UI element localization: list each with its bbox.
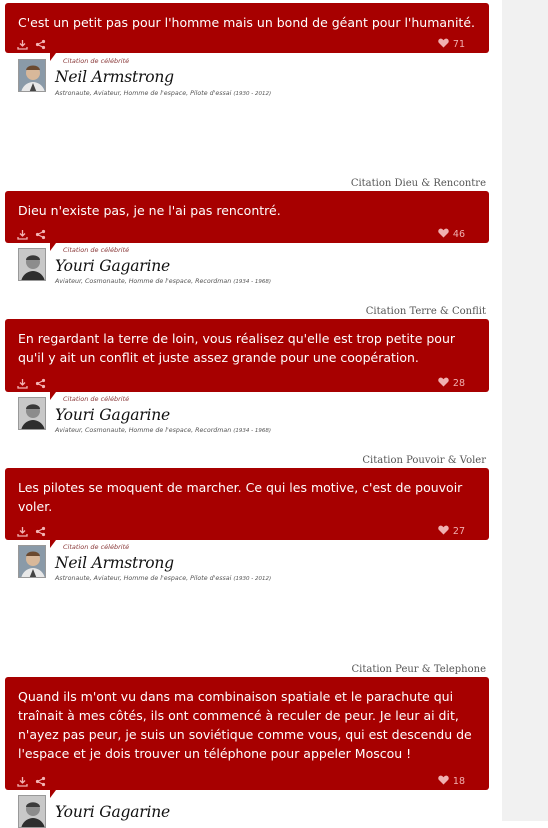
quote-actions	[17, 775, 46, 787]
download-icon[interactable]	[17, 39, 28, 50]
quote-pointer	[50, 540, 56, 548]
heart-icon	[438, 377, 449, 390]
quote-pointer	[50, 392, 56, 400]
quote-actions	[17, 228, 46, 240]
quote-pointer	[50, 790, 56, 798]
like-count: 46	[452, 228, 465, 240]
like-counter[interactable]: 28	[438, 377, 465, 389]
quote-card: Citation Peur & Telephone Quand ils m'on…	[0, 664, 500, 828]
like-counter[interactable]: 71	[438, 38, 465, 50]
quote-card: C'est un petit pas pour l'homme mais un …	[0, 0, 500, 110]
quote-actions	[17, 377, 46, 389]
quote-actions	[17, 525, 46, 537]
avatar[interactable]	[18, 397, 46, 430]
author-description: Aviateur, Cosmonaute, Homme de l'espace,…	[55, 427, 272, 434]
category-link[interactable]: Citation Terre & Conflit	[366, 306, 486, 317]
right-scroll-gutter	[502, 0, 548, 821]
download-icon[interactable]	[17, 229, 28, 240]
quote-card: Citation Terre & Conflit En regardant la…	[0, 306, 500, 436]
share-icon[interactable]	[35, 526, 46, 537]
like-count: 71	[452, 38, 465, 50]
quote-box[interactable]: Dieu n'existe pas, je ne l'ai pas rencon…	[5, 191, 489, 243]
like-counter[interactable]: 27	[438, 525, 465, 537]
quote-text: Les pilotes se moquent de marcher. Ce qu…	[18, 480, 463, 514]
avatar[interactable]	[18, 795, 46, 828]
author-years: (1930 - 2012)	[233, 91, 272, 97]
avatar[interactable]	[18, 248, 46, 281]
author-description: Astronaute, Aviateur, Homme de l'espace,…	[55, 575, 272, 582]
avatar[interactable]	[18, 59, 46, 92]
share-icon[interactable]	[35, 378, 46, 389]
heart-icon	[438, 775, 449, 788]
quote-text: Quand ils m'ont vu dans ma combinaison s…	[18, 689, 472, 761]
quote-text: C'est un petit pas pour l'homme mais un …	[18, 15, 476, 30]
share-icon[interactable]	[35, 776, 46, 787]
quote-box[interactable]: Les pilotes se moquent de marcher. Ce qu…	[5, 468, 489, 540]
celebrity-quote-label: Citation de célébrité	[63, 543, 130, 551]
quote-box[interactable]: En regardant la terre de loin, vous réal…	[5, 319, 489, 392]
quote-pointer	[50, 243, 56, 251]
quote-actions	[17, 38, 46, 50]
download-icon[interactable]	[17, 776, 28, 787]
heart-icon	[438, 38, 449, 51]
quote-text: Dieu n'existe pas, je ne l'ai pas rencon…	[18, 203, 281, 218]
quote-box[interactable]: C'est un petit pas pour l'homme mais un …	[5, 3, 489, 53]
celebrity-quote-label: Citation de célébrité	[63, 246, 130, 254]
category-link[interactable]: Citation Peur & Telephone	[351, 664, 486, 675]
author-name[interactable]: Youri Gagarine	[55, 406, 170, 424]
avatar[interactable]	[18, 545, 46, 578]
quote-text: En regardant la terre de loin, vous réal…	[18, 331, 456, 365]
author-years: (1934 - 1968)	[233, 428, 272, 434]
heart-icon	[438, 525, 449, 538]
download-icon[interactable]	[17, 378, 28, 389]
author-name[interactable]: Neil Armstrong	[55, 554, 174, 572]
quote-box[interactable]: Quand ils m'ont vu dans ma combinaison s…	[5, 677, 489, 790]
quote-card: Citation Pouvoir & Voler Les pilotes se …	[0, 455, 500, 585]
celebrity-quote-label: Citation de célébrité	[63, 57, 130, 65]
author-name[interactable]: Youri Gagarine	[55, 803, 170, 821]
download-icon[interactable]	[17, 526, 28, 537]
author-years: (1934 - 1968)	[233, 279, 272, 285]
category-link[interactable]: Citation Dieu & Rencontre	[351, 178, 486, 189]
like-count: 27	[452, 525, 465, 537]
heart-icon	[438, 228, 449, 241]
like-counter[interactable]: 18	[438, 775, 465, 787]
author-years: (1930 - 2012)	[233, 576, 272, 582]
quote-pointer	[50, 53, 56, 61]
share-icon[interactable]	[35, 39, 46, 50]
like-count: 28	[452, 377, 465, 389]
share-icon[interactable]	[35, 229, 46, 240]
like-counter[interactable]: 46	[438, 228, 465, 240]
category-link[interactable]: Citation Pouvoir & Voler	[362, 455, 486, 466]
author-name[interactable]: Neil Armstrong	[55, 68, 174, 86]
quote-card: Citation Dieu & Rencontre Dieu n'existe …	[0, 178, 500, 288]
celebrity-quote-label: Citation de célébrité	[63, 395, 130, 403]
author-name[interactable]: Youri Gagarine	[55, 257, 170, 275]
like-count: 18	[452, 775, 465, 787]
author-description: Astronaute, Aviateur, Homme de l'espace,…	[55, 90, 272, 97]
author-description: Aviateur, Cosmonaute, Homme de l'espace,…	[55, 278, 272, 285]
